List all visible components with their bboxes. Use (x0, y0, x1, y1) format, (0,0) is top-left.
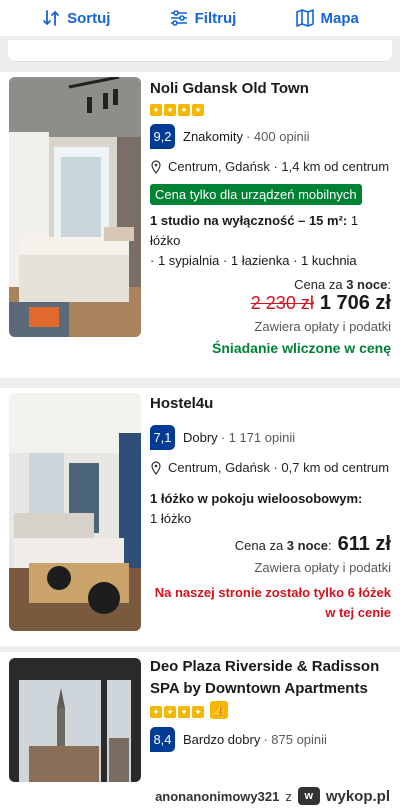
star-icon: ✦ (164, 104, 176, 116)
hotel-photo[interactable] (9, 393, 141, 631)
rating-label: Bardzo dobry (183, 732, 261, 747)
listing-info: Hostel4u 7,1 Dobry · 1 171 opinii Centru… (150, 388, 391, 623)
watermark-footer: anonanonimowy321 z w wykop.pl (0, 782, 400, 810)
hotel-name[interactable]: Hostel4u (150, 393, 391, 415)
author-name: anonanonimowy321 (155, 788, 280, 804)
review-score: 9,2 (150, 124, 175, 149)
map-icon (295, 9, 314, 27)
listing-card-noli[interactable]: Noli Gdansk Old Town ✦ ✦ ✦ ✦ 9,2 Znakomi… (0, 72, 400, 378)
price-row: Cena za 3 noce: 611 zł (150, 533, 391, 556)
review-score: 7,1 (150, 425, 175, 450)
via-text: z (285, 788, 292, 804)
mobile-price-badge: Cena tylko dla urządzeń mobilnych (150, 184, 362, 205)
thumbs-up-icon: 👍 (210, 701, 228, 719)
review-score: 8,4 (150, 727, 175, 752)
room-title: 1 łóżko w pokoju wieloosobowym: (150, 491, 363, 506)
room-description: 1 łóżko w pokoju wieloosobowym: 1 łóżko (150, 489, 391, 529)
star-icon: ✦ (178, 104, 190, 116)
review-count: · 1 171 opinii (220, 430, 296, 445)
review-summary: 8,4 Bardzo dobry · 875 opinii (150, 727, 391, 752)
star-icon: ✦ (150, 705, 162, 718)
original-price: 2 230 zł (250, 293, 314, 313)
room-photo-image (9, 393, 141, 631)
hotel-photo[interactable] (9, 658, 141, 782)
map-label: Mapa (320, 9, 359, 27)
rating-label: Dobry (183, 430, 218, 445)
rating-label: Znakomity (183, 129, 243, 144)
hotel-name[interactable]: Deo Plaza Riverside & Radisson SPA by Dow… (150, 656, 391, 700)
star-rating: ✦ ✦ ✦ ✦ (150, 104, 391, 116)
map-button[interactable]: Mapa (295, 8, 359, 28)
star-icon: ✦ (192, 705, 204, 718)
sort-icon (43, 10, 59, 26)
star-icon: ✦ (150, 104, 162, 116)
nights-label: Cena za 3 noce: (294, 277, 391, 292)
listing-info: Noli Gdansk Old Town ✦ ✦ ✦ ✦ 9,2 Znakomi… (150, 72, 391, 356)
star-icon: ✦ (192, 104, 204, 116)
room-details: · 1 sypialnia · 1 łazienka · 1 kuchnia (150, 253, 357, 268)
price-row: 2 230 zł 1 706 zł (150, 292, 391, 315)
filter-label: Filtruj (194, 9, 237, 27)
location-text: Centrum, Gdańsk · 0,7 km od centrum (168, 460, 390, 475)
review-count: · 875 opinii (263, 732, 327, 747)
sort-button[interactable]: Sortuj (41, 8, 110, 28)
review-count: · 400 opinii (245, 129, 310, 144)
current-price: 611 zł (337, 533, 391, 555)
sort-label: Sortuj (67, 9, 111, 27)
taxes-note: Zawiera opłaty i podatki (254, 560, 391, 575)
filter-icon (170, 10, 187, 26)
breakfast-included: Śniadanie wliczone w cenę (212, 340, 391, 356)
filter-button[interactable]: Filtruj (169, 8, 237, 28)
window-view-photo-image (9, 658, 141, 782)
listing-card-deo-plaza[interactable]: Deo Plaza Riverside & Radisson SPA by Dow… (0, 652, 400, 782)
location-row: Centrum, Gdańsk · 0,7 km od centrum (150, 460, 391, 475)
hotel-photo[interactable] (9, 77, 141, 337)
room-title: 1 studio na wyłączność – 15 m²: (150, 213, 348, 228)
previous-card-edge (8, 40, 392, 62)
location-pin-icon (151, 159, 161, 174)
room-description: 1 studio na wyłączność – 15 m²: 1 łóżko … (150, 211, 391, 271)
star-icon: ✦ (164, 705, 176, 718)
listing-card-hostel4u[interactable]: Hostel4u 7,1 Dobry · 1 171 opinii Centru… (0, 388, 400, 646)
location-pin-icon (151, 460, 161, 475)
current-price: 1 706 zł (319, 292, 391, 314)
review-summary: 7,1 Dobry · 1 171 opinii (150, 425, 391, 450)
taxes-note: Zawiera opłaty i podatki (254, 319, 391, 334)
location-text: Centrum, Gdańsk · 1,4 km od centrum (168, 159, 390, 174)
hotel-name[interactable]: Noli Gdansk Old Town (150, 78, 391, 100)
wykop-logo-icon: w (297, 787, 320, 805)
location-row: Centrum, Gdańsk · 1,4 km od centrum (150, 159, 391, 174)
availability-warning: Na naszej stronie zostało tylko 6 łóżek w… (154, 585, 391, 620)
nights-label: Cena za 3 noce: (234, 538, 332, 553)
room-photo-image (9, 77, 141, 337)
results-toolbar: Sortuj Filtruj Mapa (0, 0, 400, 36)
site-name: wykop.pl (325, 787, 390, 805)
listing-info: Deo Plaza Riverside & Radisson SPA by Dow… (150, 652, 391, 752)
review-summary: 9,2 Znakomity · 400 opinii (150, 124, 391, 149)
room-beds: 1 łóżko (150, 511, 192, 526)
star-rating: ✦ ✦ ✦ ✦ 👍 (150, 701, 391, 719)
star-icon: ✦ (178, 705, 190, 718)
